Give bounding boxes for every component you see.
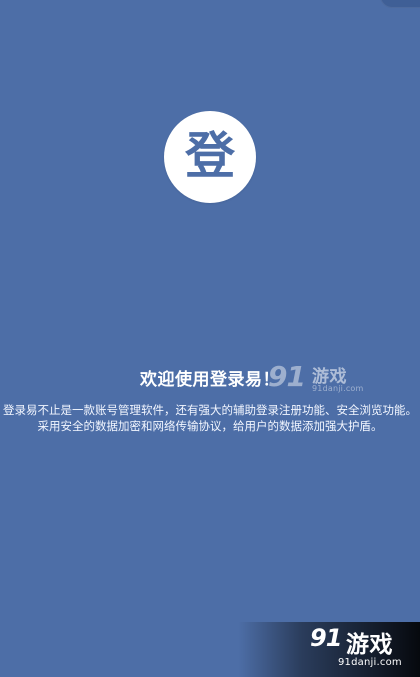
logo-glyph: 登 (185, 126, 235, 185)
corner-tab (380, 0, 420, 8)
welcome-screen: 登 欢迎使用登录易！ 登录易不止是一款账号管理软件，还有强大的辅助登录注册功能、… (0, 0, 420, 677)
app-logo: 登 (164, 111, 256, 203)
welcome-title: 欢迎使用登录易！ (140, 370, 280, 390)
app-description: 登录易不止是一款账号管理软件，还有强大的辅助登录注册功能、安全浏览功能。 采用安… (3, 403, 417, 433)
watermark-background (238, 622, 420, 677)
